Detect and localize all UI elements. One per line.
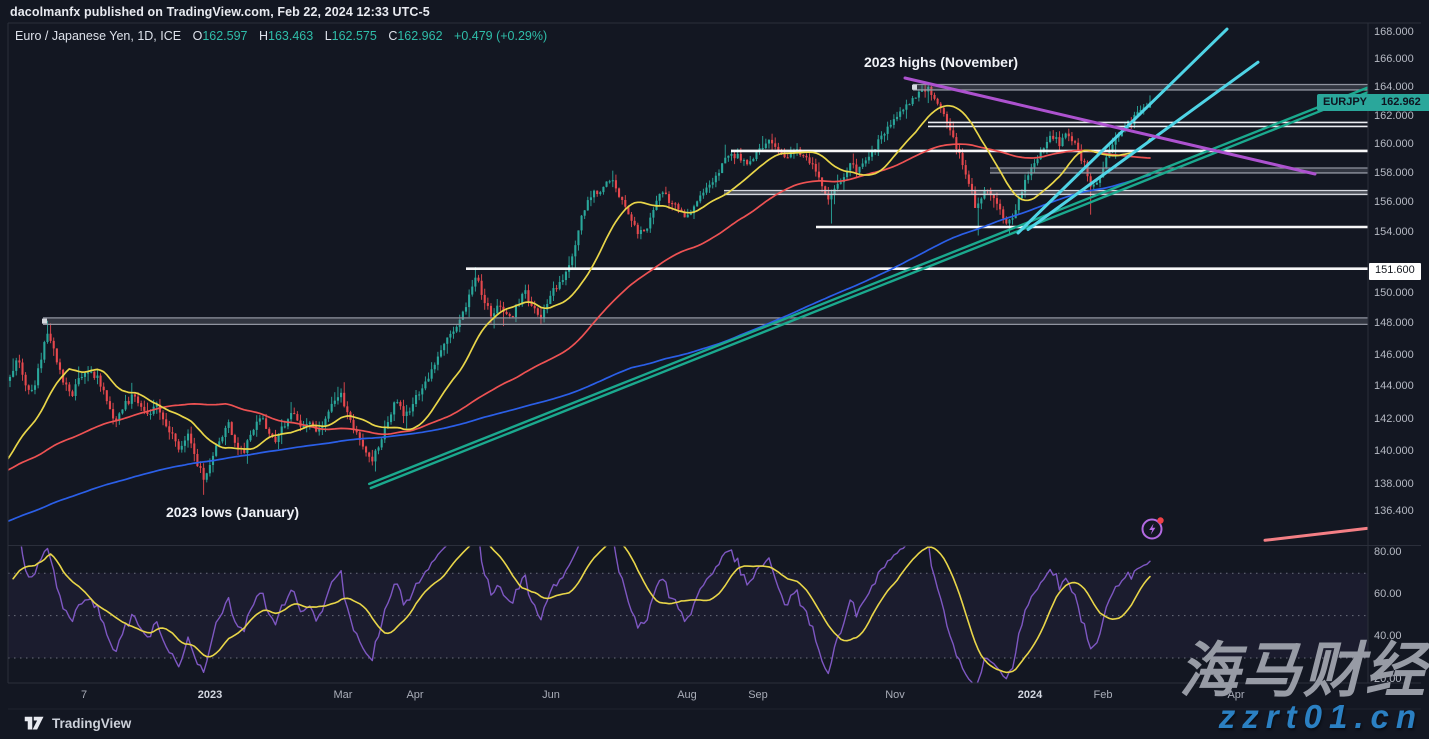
price-tick-160.000: 160.000 [1374,138,1414,150]
symbol-title: Euro / Japanese Yen, 1D, ICE [15,29,181,43]
price-tick-148.000: 148.000 [1374,317,1414,329]
watermark-title: 海马财经 [1179,622,1427,709]
price-tick-162.000: 162.000 [1374,110,1414,122]
time-tick-2023: 2023 [198,689,222,701]
price-tick-150.000: 150.000 [1374,287,1414,299]
red-dot [1157,517,1163,523]
annotation-2023-lows: 2023 lows (January) [166,504,299,520]
symbol-legend[interactable]: Euro / Japanese Yen, 1D, ICE O162.597 H1… [15,29,547,43]
marked-level-badge: 151.600 [1369,263,1421,280]
ohlc-high-value: 163.463 [268,29,313,43]
rsi-tick-80.00: 80.00 [1374,546,1402,558]
price-tick-166.000: 166.000 [1374,53,1414,65]
price-tick-144.000: 144.000 [1374,380,1414,392]
ohlc-open-label: O [193,29,203,43]
price-tick-140.000: 140.000 [1374,445,1414,457]
rsi-tick-60.00: 60.00 [1374,588,1402,600]
price-tick-146.000: 146.000 [1374,349,1414,361]
ohlc-high-label: H [259,29,268,43]
time-tick-Feb: Feb [1094,689,1113,701]
last-price-badge: EURJPY 162.962 [1317,94,1429,111]
ohlc-low-value: 162.575 [332,29,377,43]
tradingview-logo-icon [24,716,45,731]
badge-price: 162.962 [1373,94,1429,111]
time-tick-Nov: Nov [885,689,905,701]
tradingview-brand-text: TradingView [52,716,131,731]
time-tick-7: 7 [81,689,87,701]
time-tick-Sep: Sep [748,689,768,701]
ohlc-low-label: L [325,29,332,43]
change-value: +0.479 (+0.29%) [454,29,547,43]
time-tick-Apr: Apr [406,689,423,701]
price-tick-136.400: 136.400 [1374,505,1414,517]
tradingview-published-chart: dacolmanfx published on TradingView.com,… [0,0,1429,739]
watermark-url: zzrt01.cn [1219,698,1423,736]
ohlc-open-value: 162.597 [202,29,247,43]
price-tick-142.000: 142.000 [1374,413,1414,425]
price-tick-156.000: 156.000 [1374,196,1414,208]
time-tick-Aug: Aug [677,689,697,701]
annotation-2023-highs: 2023 highs (November) [864,54,1018,70]
ohlc-close-label: C [388,29,397,43]
lightning-circle-icon[interactable] [1140,516,1166,542]
price-tick-154.000: 154.000 [1374,226,1414,238]
price-tick-164.000: 164.000 [1374,81,1414,93]
ohlc-close-value: 162.962 [397,29,442,43]
time-tick-2024: 2024 [1018,689,1042,701]
price-tick-158.000: 158.000 [1374,167,1414,179]
published-byline[interactable]: dacolmanfx published on TradingView.com,… [10,5,430,19]
price-tick-138.000: 138.000 [1374,478,1414,490]
badge-symbol: EURJPY [1317,94,1373,111]
price-tick-168.000: 168.000 [1374,26,1414,38]
time-tick-Mar: Mar [334,689,353,701]
footer-brand[interactable]: TradingView [24,716,131,731]
time-tick-Jun: Jun [542,689,560,701]
